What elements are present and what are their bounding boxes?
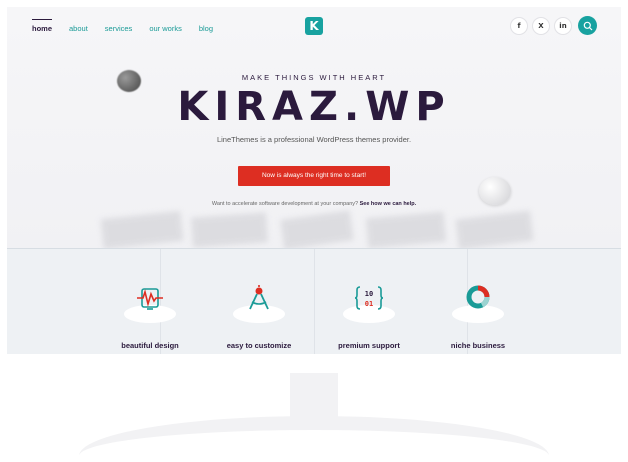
divider	[314, 249, 315, 354]
nav-about[interactable]: about	[69, 21, 88, 33]
monitor-screen: home about services our works blog K f X…	[7, 7, 621, 354]
cta-button[interactable]: Now is always the right time to start!	[238, 166, 390, 186]
donut-chart-icon	[466, 285, 490, 309]
feature-label: beautiful design	[121, 341, 179, 350]
features-section: beautiful design easy to customize 10 01…	[7, 248, 621, 354]
monitor-wave-icon	[137, 288, 163, 310]
linkedin-icon[interactable]: in	[554, 16, 572, 35]
see-how-link[interactable]: See how we can help.	[360, 201, 417, 207]
search-button[interactable]	[578, 16, 597, 35]
hero-section: home about services our works blog K f X…	[7, 7, 621, 250]
social-links: f X in	[510, 16, 597, 35]
compass-icon	[249, 285, 269, 310]
facebook-icon[interactable]: f	[510, 16, 528, 35]
blurred-preview	[455, 210, 534, 250]
hero-subtext: Want to accelerate software development …	[7, 201, 621, 207]
x-icon[interactable]: X	[532, 16, 550, 35]
subtext-copy: Want to accelerate software development …	[211, 201, 359, 207]
blurred-preview	[100, 210, 184, 250]
binary-braces-icon: 10 01	[354, 286, 384, 310]
feature-label: niche business	[450, 341, 506, 350]
nav-home[interactable]: home	[32, 19, 53, 33]
nav-our-works[interactable]: our works	[149, 21, 182, 33]
monitor-stand-base	[79, 416, 549, 456]
hero-tagline: LineThemes is a professional WordPress t…	[216, 135, 412, 144]
blurred-preview	[280, 210, 354, 250]
hero-title: KIRAZ.WP	[177, 84, 451, 130]
feature-label: premium support	[338, 341, 400, 350]
nav-services[interactable]: services	[105, 21, 133, 33]
monitor-stand-neck	[290, 373, 338, 419]
site-logo[interactable]: K	[305, 17, 323, 35]
blurred-preview	[191, 212, 268, 248]
svg-text:01: 01	[365, 300, 373, 308]
svg-text:10: 10	[365, 290, 373, 298]
blurred-preview	[365, 211, 447, 249]
search-icon	[583, 21, 592, 30]
hero-eyebrow: MAKE THINGS WITH HEART	[241, 73, 387, 82]
feature-label: easy to customize	[226, 341, 292, 350]
main-nav: home about services our works blog	[32, 19, 230, 33]
nav-blog[interactable]: blog	[199, 21, 213, 33]
